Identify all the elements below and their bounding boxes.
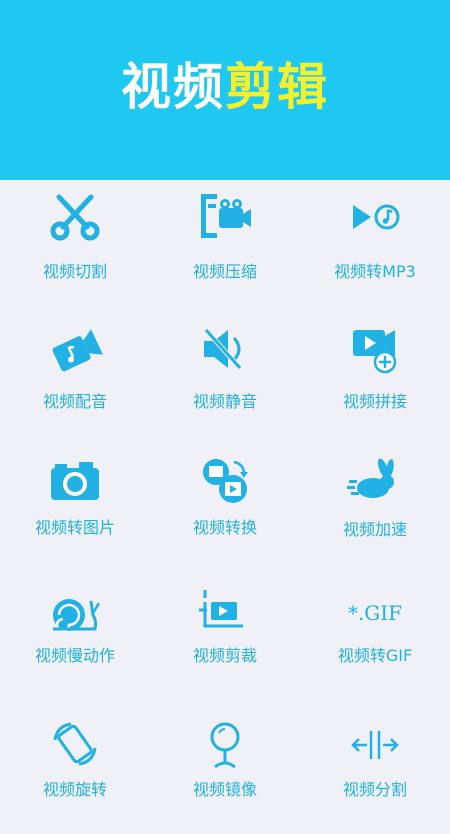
tool-label: 视频转换: [192, 518, 257, 537]
tool-label: 视频加速: [342, 520, 407, 539]
gif-icon-text: *.GIF: [348, 601, 402, 625]
clamp-camera-icon: [195, 190, 255, 244]
tool-label: 视频慢动作: [34, 646, 115, 665]
tool-label: 视频转MP3: [334, 262, 416, 281]
tool-label: 视频剪裁: [192, 646, 257, 665]
tool-label: 视频分割: [342, 780, 407, 799]
header: 视频剪辑: [0, 0, 450, 180]
title-white-part: 视频: [121, 58, 225, 116]
tool-label: 视频切割: [42, 262, 107, 281]
mirror-icon: [195, 718, 255, 772]
tool-video-mute[interactable]: 视频静音: [150, 312, 300, 438]
tool-video-mirror[interactable]: 视频镜像: [150, 708, 300, 834]
play-music-icon: [345, 190, 405, 244]
tool-label: 视频转图片: [34, 518, 115, 537]
camera-icon: [45, 454, 105, 508]
tool-video-rotate[interactable]: 视频旋转: [0, 708, 150, 834]
tool-label: 视频静音: [192, 392, 257, 411]
tool-video-cut[interactable]: 视频切割: [0, 180, 150, 306]
tool-video-speedup[interactable]: 视频加速: [300, 444, 450, 570]
rabbit-icon: [345, 454, 405, 508]
tool-video-dub[interactable]: 视频配音: [0, 312, 150, 438]
title-yellow-part: 剪辑: [225, 58, 329, 116]
tool-video-crop[interactable]: 视频剪裁: [150, 576, 300, 702]
tool-video-compress[interactable]: 视频压缩: [150, 180, 300, 306]
tool-label: 视频镜像: [192, 780, 257, 799]
tool-video-slowmo[interactable]: 视频慢动作: [0, 576, 150, 702]
tool-label: 视频配音: [42, 392, 107, 411]
split-icon: [345, 718, 405, 772]
tool-video-to-image[interactable]: 视频转图片: [0, 444, 150, 570]
scissors-icon: [45, 190, 105, 244]
tool-label: 视频转GIF: [337, 646, 413, 665]
tool-label: 视频压缩: [192, 262, 257, 281]
video-music-icon: [45, 322, 105, 376]
snail-icon: [45, 586, 105, 640]
crop-icon: [195, 586, 255, 640]
tool-video-to-gif[interactable]: *.GIF 视频转GIF: [300, 576, 450, 702]
rotate-icon: [45, 718, 105, 772]
tool-video-to-mp3[interactable]: 视频转MP3: [300, 180, 450, 306]
page-title: 视频剪辑: [0, 52, 450, 122]
tool-video-merge[interactable]: 视频拼接: [300, 312, 450, 438]
tool-video-convert[interactable]: 视频转换: [150, 444, 300, 570]
video-add-icon: [345, 322, 405, 376]
tool-label: 视频拼接: [342, 392, 407, 411]
tool-video-split[interactable]: 视频分割: [300, 708, 450, 834]
tool-label: 视频旋转: [42, 780, 107, 799]
convert-icon: [195, 454, 255, 508]
gif-icon: *.GIF: [345, 586, 405, 640]
tool-grid: 视频切割 视频压缩 视频转MP3 视频配音 视频静音 视频拼接 视频转图片 视频…: [0, 180, 450, 800]
mute-icon: [195, 322, 255, 376]
